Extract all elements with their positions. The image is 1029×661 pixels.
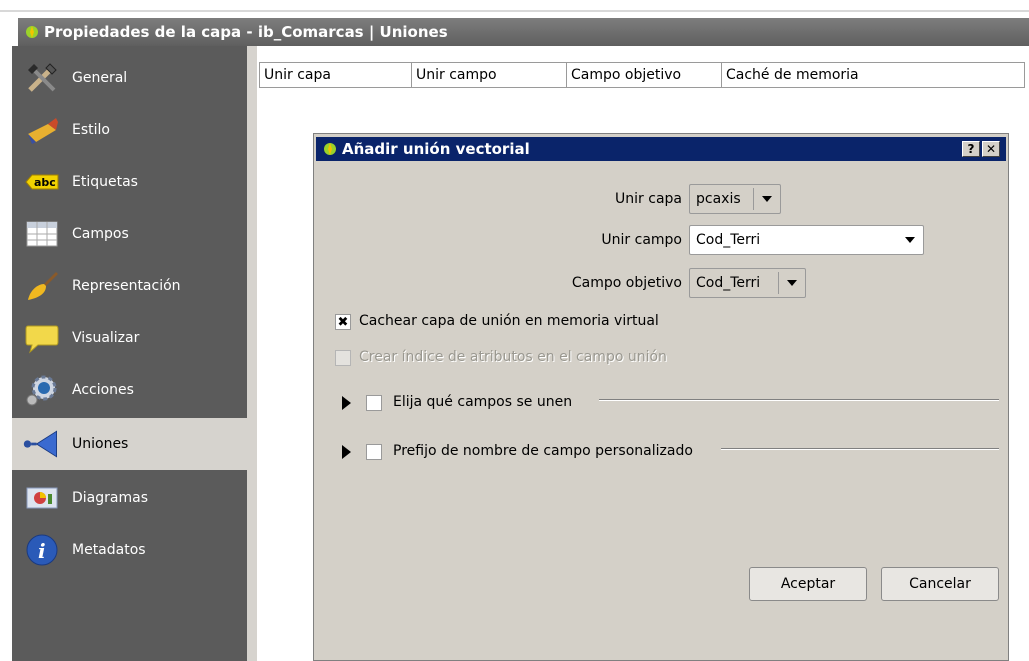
sidebar-item-representacion[interactable]: Representación xyxy=(12,260,247,312)
join-layer-value: pcaxis xyxy=(696,191,741,207)
accept-button[interactable]: Aceptar xyxy=(749,567,867,601)
close-button[interactable]: ✕ xyxy=(982,141,1000,157)
dialog-titlebar: Añadir unión vectorial ? ✕ xyxy=(316,137,1006,161)
column-header[interactable]: Unir capa xyxy=(259,62,412,88)
sidebar-item-label: Acciones xyxy=(72,382,134,398)
sidebar-item-visualizar[interactable]: Visualizar xyxy=(12,312,247,364)
cache-checkbox[interactable]: ✖ xyxy=(335,314,351,330)
help-button[interactable]: ? xyxy=(962,141,980,157)
sidebar-item-label: Representación xyxy=(72,278,181,294)
speech-bubble-icon xyxy=(22,318,62,358)
expand-arrow-icon[interactable] xyxy=(342,445,351,459)
cache-checkbox-label: Cachear capa de unión en memoria virtual xyxy=(359,313,659,329)
sidebar-item-label: Metadatos xyxy=(72,542,146,558)
sidebar-item-metadatos[interactable]: i Metadatos xyxy=(12,524,247,576)
tools-icon xyxy=(22,58,62,98)
join-layer-label: Unir capa xyxy=(615,191,682,207)
prefix-checkbox[interactable] xyxy=(366,444,382,460)
qgis-logo-icon xyxy=(26,26,38,38)
sidebar-item-general[interactable]: General xyxy=(12,52,247,104)
splitter[interactable] xyxy=(247,46,257,661)
sidebar-item-label: Diagramas xyxy=(72,490,148,506)
table-icon xyxy=(22,214,62,254)
sidebar-item-label: Etiquetas xyxy=(72,174,138,190)
join-layer-select[interactable]: pcaxis xyxy=(689,184,781,214)
sidebar-item-label: Campos xyxy=(72,226,129,242)
chart-icon xyxy=(22,478,62,518)
chevron-down-icon xyxy=(754,196,780,202)
brush-icon xyxy=(22,110,62,150)
dialog-title: Añadir unión vectorial xyxy=(342,140,530,158)
sidebar: General Estilo abc Etiquetas Campos Repr… xyxy=(12,46,247,661)
sidebar-item-campos[interactable]: Campos xyxy=(12,208,247,260)
paintbrush-icon xyxy=(22,266,62,306)
window-titlebar: Propiedades de la capa - ib_Comarcas | U… xyxy=(18,18,1029,46)
top-line xyxy=(0,10,1029,12)
prefix-label: Prefijo de nombre de campo personalizado xyxy=(393,443,693,459)
target-field-select[interactable]: Cod_Terri xyxy=(689,268,806,298)
sidebar-item-uniones[interactable]: Uniones xyxy=(12,418,247,470)
gear-icon xyxy=(22,370,62,410)
join-field-select[interactable]: Cod_Terri xyxy=(689,225,924,255)
cancel-button[interactable]: Cancelar xyxy=(881,567,999,601)
svg-text:i: i xyxy=(38,539,46,563)
column-header[interactable]: Unir campo xyxy=(412,62,567,88)
sidebar-item-label: Uniones xyxy=(72,436,129,452)
chevron-down-icon xyxy=(779,280,805,286)
chevron-down-icon xyxy=(897,237,923,243)
column-header[interactable]: Campo objetivo xyxy=(567,62,722,88)
sidebar-item-estilo[interactable]: Estilo xyxy=(12,104,247,156)
qgis-logo-icon xyxy=(324,143,336,155)
top-strip xyxy=(0,0,1029,18)
add-vector-join-dialog: Añadir unión vectorial ? ✕ Unir capa pca… xyxy=(313,133,1009,661)
svg-text:abc: abc xyxy=(34,176,56,189)
window-title: Propiedades de la capa - ib_Comarcas | U… xyxy=(44,23,448,41)
sidebar-item-label: Estilo xyxy=(72,122,110,138)
join-field-value: Cod_Terri xyxy=(696,232,761,248)
groupbox-line xyxy=(599,399,999,401)
info-icon: i xyxy=(22,530,62,570)
abc-label-icon: abc xyxy=(22,162,62,202)
groupbox-line xyxy=(721,448,999,450)
sidebar-item-etiquetas[interactable]: abc Etiquetas xyxy=(12,156,247,208)
join-icon xyxy=(22,424,62,464)
choose-fields-label: Elija qué campos se unen xyxy=(393,394,573,410)
sidebar-item-label: Visualizar xyxy=(72,330,140,346)
index-checkbox xyxy=(335,350,351,366)
table-header: Unir capa Unir campo Campo objetivo Cach… xyxy=(259,62,1025,88)
sidebar-item-label: General xyxy=(72,70,128,86)
target-field-label: Campo objetivo xyxy=(571,275,682,291)
sidebar-item-diagramas[interactable]: Diagramas xyxy=(12,472,247,524)
column-header[interactable]: Caché de memoria xyxy=(722,62,1025,88)
choose-fields-checkbox[interactable] xyxy=(366,395,382,411)
join-field-label: Unir campo xyxy=(601,232,682,248)
target-field-value: Cod_Terri xyxy=(696,275,761,291)
expand-arrow-icon[interactable] xyxy=(342,396,351,410)
index-checkbox-label: Crear índice de atributos en el campo un… xyxy=(359,349,667,365)
sidebar-item-acciones[interactable]: Acciones xyxy=(12,364,247,416)
